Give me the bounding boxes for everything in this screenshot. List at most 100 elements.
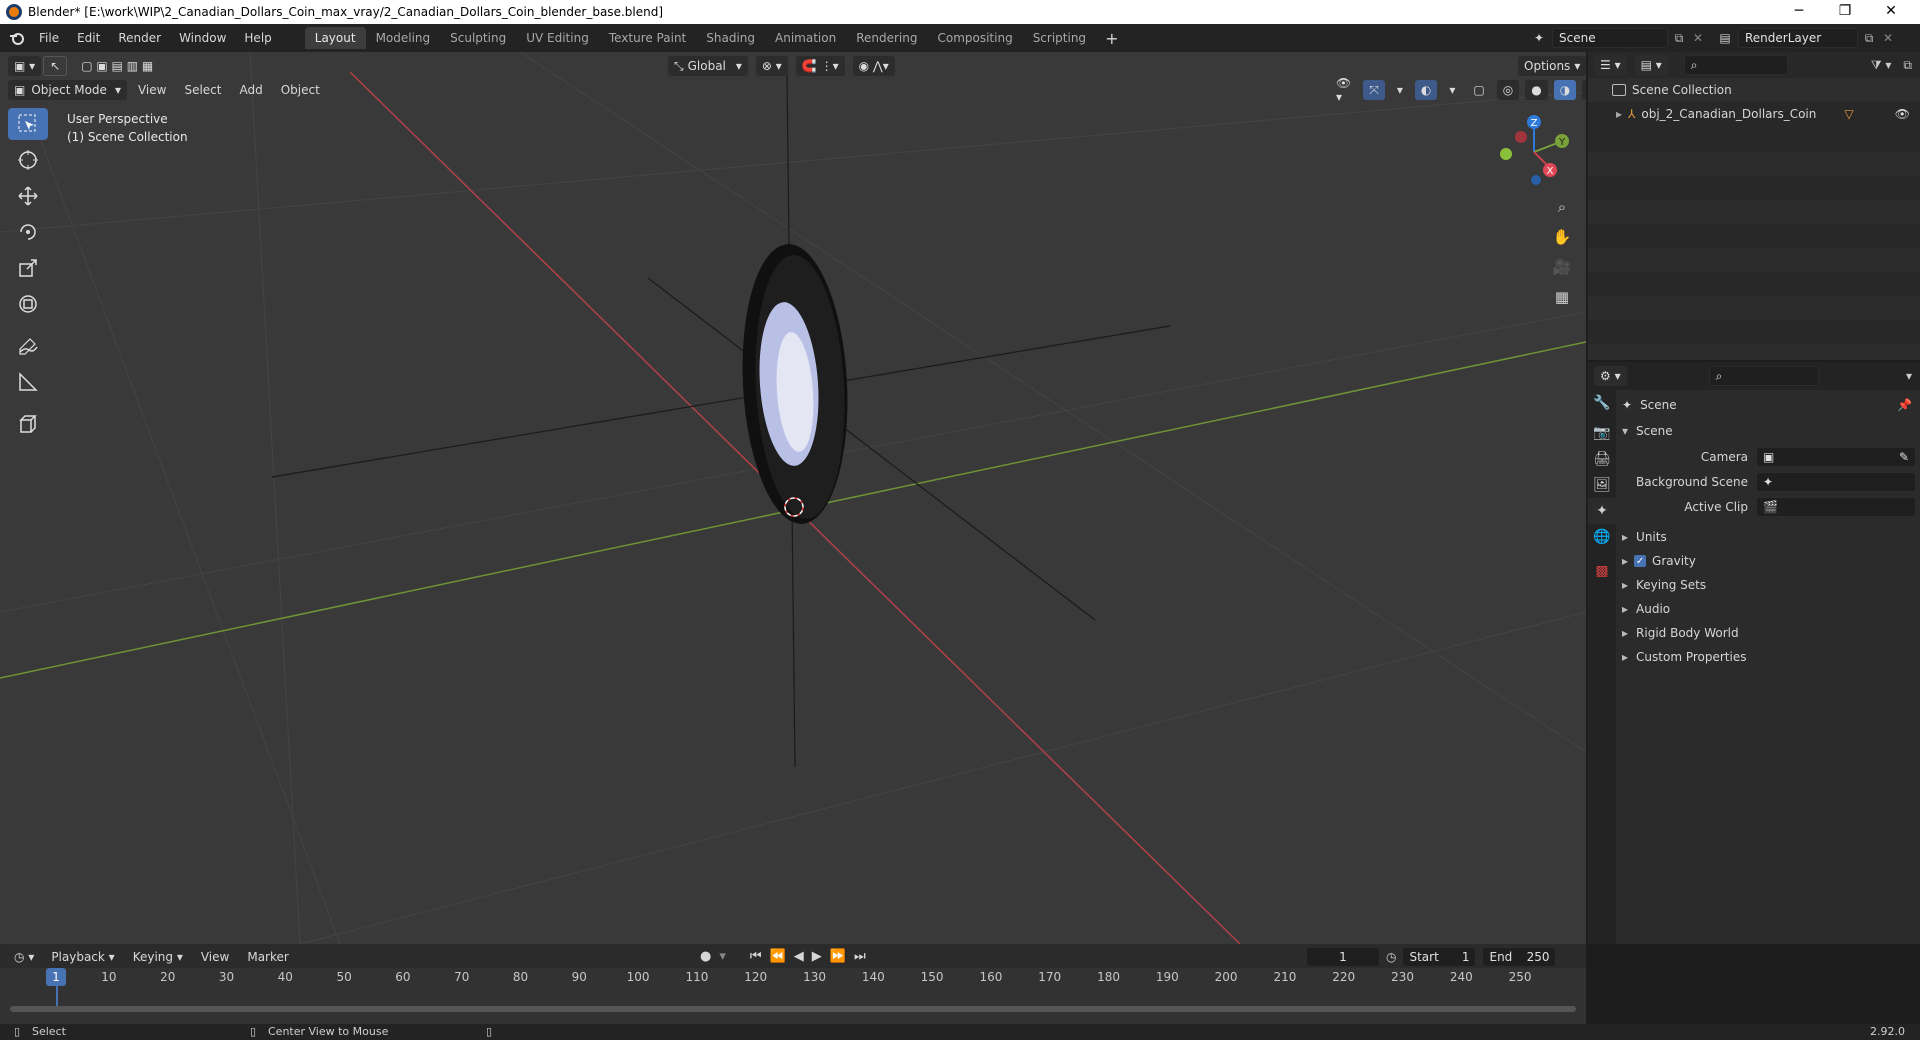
material-shading-icon[interactable]: ◑ xyxy=(1553,80,1577,100)
tab-rendering[interactable]: Rendering xyxy=(846,27,927,49)
tab-texture-paint[interactable]: Texture Paint xyxy=(599,27,696,49)
wireframe-shading-icon[interactable]: ◎ xyxy=(1496,80,1520,100)
overlay-toggle-icon[interactable]: ◐ xyxy=(1414,80,1438,100)
timeline-ruler[interactable]: 10 20 30 40 50 60 70 80 90 100 110 120 130 140 150 160 1… xyxy=(0,968,1586,1024)
display-mode-icon[interactable]: ▤ ▾ xyxy=(1634,55,1668,75)
outliner-editor-type-icon[interactable]: ☰ ▾ xyxy=(1594,55,1627,75)
scene-tab-icon[interactable]: ✦ xyxy=(1588,498,1616,524)
camera-field[interactable]: ▣ ✎ xyxy=(1756,446,1916,467)
timeline-scrollbar[interactable] xyxy=(10,1006,1576,1012)
remove-view-layer-icon[interactable]: ✕ xyxy=(1880,31,1896,45)
tool-annotate[interactable] xyxy=(8,330,48,362)
snap-icon[interactable]: 🧲 ⋮▾ xyxy=(795,56,845,76)
pivot-point-icon[interactable]: ⊗ ▾ xyxy=(755,56,788,76)
background-scene-field[interactable]: ✦ xyxy=(1756,471,1916,492)
viewport-menu-add[interactable]: Add xyxy=(230,83,271,97)
panel-units[interactable]: ▸ Units xyxy=(1622,525,1916,549)
properties-search-input[interactable]: ⌕ xyxy=(1708,366,1819,386)
tab-uv-editing[interactable]: UV Editing xyxy=(516,27,599,49)
texture-tab-icon[interactable]: ▩ xyxy=(1588,558,1616,584)
tool-measure[interactable] xyxy=(8,366,48,398)
new-view-layer-icon[interactable]: ⧉ xyxy=(1858,31,1880,46)
tab-sculpting[interactable]: Sculpting xyxy=(440,27,516,49)
select-tool-icon[interactable]: ↖ xyxy=(43,56,68,76)
3d-viewport[interactable]: ▣ ▾ ↖ ▢ ▣ ▤ ▥ ▦ ⤡ Global ▾ ⊗ ▾ 🧲 ⋮▾ ◉ ⋀▾ O… xyxy=(0,52,1586,944)
view-layer-field[interactable]: RenderLayer xyxy=(1738,28,1858,48)
transform-orientation-dropdown[interactable]: ⤡ Global ▾ xyxy=(668,56,748,76)
panel-rigid-body-world[interactable]: ▸ Rigid Body World xyxy=(1622,621,1916,645)
pin-icon[interactable]: 📌 xyxy=(1897,398,1912,412)
outliner-row-object[interactable]: ▸ ⅄ obj_2_Canadian_Dollars_Coin ▽ 👁 xyxy=(1588,102,1920,126)
outliner-search-input[interactable]: ⌕ xyxy=(1683,55,1788,75)
playhead-frame[interactable]: 1 xyxy=(46,968,66,986)
object-mode-dropdown[interactable]: ▣ Object Mode ▾ xyxy=(8,80,127,100)
tool-cursor[interactable] xyxy=(8,144,48,176)
minimize-icon[interactable]: ─ xyxy=(1776,0,1822,24)
zoom-icon[interactable]: ⌕ xyxy=(1550,192,1574,222)
solid-shading-icon[interactable]: ● xyxy=(1525,80,1548,100)
properties-editor-type-icon[interactable]: ⚙ ▾ xyxy=(1594,366,1627,386)
select-mode-icons[interactable]: ▢ ▣ ▤ ▥ ▦ xyxy=(75,56,159,76)
editor-type-icon[interactable]: ▣ ▾ xyxy=(8,56,42,76)
outliner-row-scene-collection[interactable]: Scene Collection xyxy=(1588,78,1920,102)
render-tab-icon[interactable]: 📷 xyxy=(1588,420,1616,446)
restore-icon[interactable]: ❐ xyxy=(1822,0,1868,24)
tab-layout[interactable]: Layout xyxy=(304,27,366,49)
viewport-menu-object[interactable]: Object xyxy=(272,83,329,97)
rendered-shading-icon[interactable]: ◔ xyxy=(1582,80,1586,100)
menu-file[interactable]: File xyxy=(30,31,68,45)
menu-edit[interactable]: Edit xyxy=(68,31,109,45)
proportional-edit-icon[interactable]: ◉ ⋀▾ xyxy=(852,56,895,76)
overlay-dropdown-icon[interactable]: ▾ xyxy=(1443,80,1461,100)
ortho-grid-icon[interactable]: ▦ xyxy=(1550,282,1574,312)
remove-scene-icon[interactable]: ✕ xyxy=(1690,31,1706,45)
close-icon[interactable]: ✕ xyxy=(1868,0,1914,24)
new-scene-icon[interactable]: ⧉ xyxy=(1668,31,1690,46)
tab-modeling[interactable]: Modeling xyxy=(366,27,441,49)
options-dropdown[interactable]: Options ▾ xyxy=(1518,56,1586,76)
gizmo-dropdown-icon[interactable]: ▾ xyxy=(1391,80,1409,100)
filter-icon[interactable]: ⧩ ▾ xyxy=(1871,58,1892,73)
panel-keying-sets[interactable]: ▸ Keying Sets xyxy=(1622,573,1916,597)
view-layer-tab-icon[interactable]: 🖼 xyxy=(1588,472,1616,498)
panel-custom-properties[interactable]: ▸ Custom Properties xyxy=(1622,645,1916,669)
output-tab-icon[interactable]: 🖨 xyxy=(1588,446,1616,472)
tab-scripting[interactable]: Scripting xyxy=(1023,27,1096,49)
viewport-menu-select[interactable]: Select xyxy=(175,83,230,97)
tool-scale[interactable] xyxy=(8,252,48,284)
navigation-gizmo[interactable]: Z Y X xyxy=(1490,108,1570,188)
tool-transform[interactable] xyxy=(8,288,48,320)
modifier-icon[interactable]: ▽ xyxy=(1844,107,1853,121)
panel-scene-header[interactable]: ▾ Scene xyxy=(1622,418,1916,444)
tab-compositing[interactable]: Compositing xyxy=(927,27,1022,49)
panel-gravity[interactable]: ▸ ✓ Gravity xyxy=(1622,549,1916,573)
tool-move[interactable] xyxy=(8,180,48,212)
tool-select-box[interactable] xyxy=(8,108,48,140)
scene-selector-icon[interactable]: ✦ xyxy=(1526,31,1552,45)
camera-view-icon[interactable]: 🎥 xyxy=(1550,252,1574,282)
world-tab-icon[interactable]: 🌐 xyxy=(1588,524,1616,550)
panel-audio[interactable]: ▸ Audio xyxy=(1622,597,1916,621)
add-workspace-icon[interactable]: + xyxy=(1096,29,1127,48)
menu-help[interactable]: Help xyxy=(235,31,280,45)
menu-window[interactable]: Window xyxy=(170,31,235,45)
properties-options-icon[interactable]: ▾ xyxy=(1906,369,1912,383)
tab-shading[interactable]: Shading xyxy=(696,27,765,49)
xray-icon[interactable]: ▢ xyxy=(1467,80,1490,100)
gizmo-toggle-icon[interactable]: ⤧ xyxy=(1363,80,1385,100)
visibility-eye-icon[interactable]: 👁 xyxy=(1895,107,1910,121)
menu-render[interactable]: Render xyxy=(109,31,170,45)
visibility-icon[interactable]: 👁 ▾ xyxy=(1330,76,1357,104)
active-clip-field[interactable]: 🎬 xyxy=(1756,496,1916,517)
coin-object[interactable] xyxy=(736,241,855,526)
blender-menu-icon[interactable] xyxy=(4,28,30,48)
tool-tab-icon[interactable]: 🔧 xyxy=(1588,390,1616,416)
new-collection-icon[interactable]: ⧉ xyxy=(1903,58,1912,73)
pan-hand-icon[interactable]: ✋ xyxy=(1550,222,1574,252)
tool-rotate[interactable] xyxy=(8,216,48,248)
viewport-menu-view[interactable]: View xyxy=(129,83,175,97)
view-layer-icon[interactable]: ▤ xyxy=(1712,31,1738,45)
expand-arrow-icon[interactable]: ▸ xyxy=(1616,107,1622,121)
scene-name-field[interactable]: Scene xyxy=(1552,28,1668,48)
gravity-checkbox[interactable]: ✓ xyxy=(1634,555,1647,567)
